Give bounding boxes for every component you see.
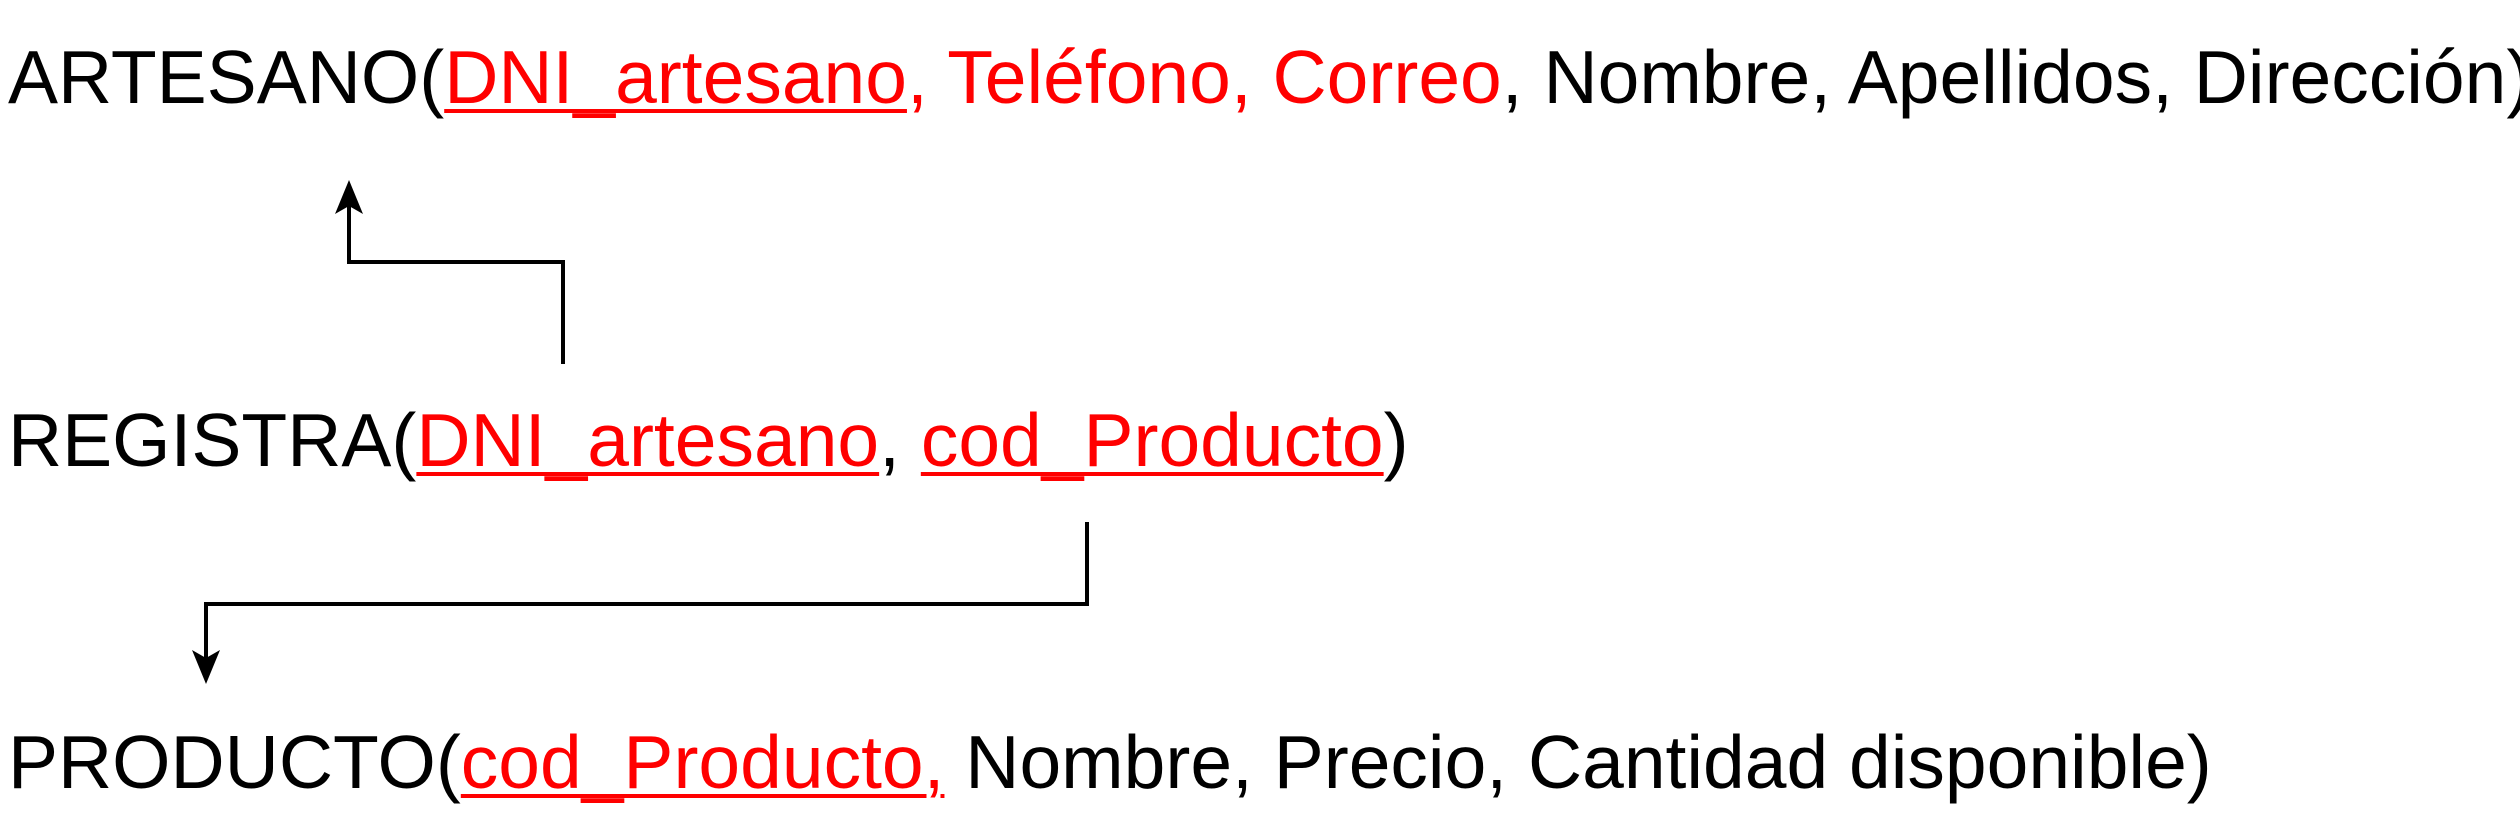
fk-arrow-cod [204, 522, 1089, 660]
foreign-key-arrows [192, 180, 1089, 684]
fk-arrow-dni [347, 204, 565, 364]
